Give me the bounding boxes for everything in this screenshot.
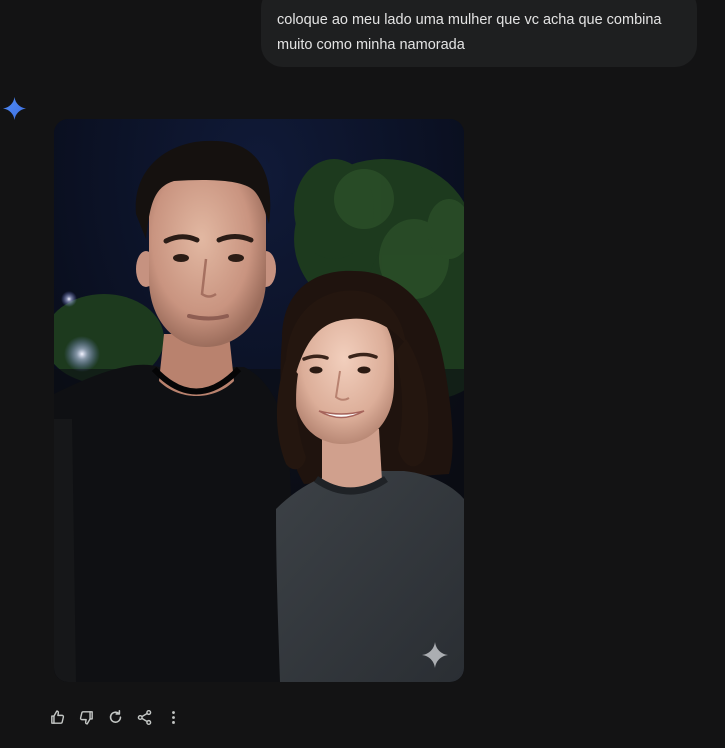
more-options-button[interactable] <box>160 705 186 729</box>
ai-sparkle-icon <box>422 642 448 668</box>
regenerate-icon <box>109 709 121 723</box>
user-message-bubble: coloque ao meu lado uma mulher que vc ac… <box>261 0 697 67</box>
thumbs-up-icon <box>50 709 64 724</box>
generated-photo <box>54 119 464 682</box>
share-button[interactable] <box>131 705 157 729</box>
thumbs-down-icon <box>79 710 93 725</box>
gemini-sparkle-icon <box>3 97 26 120</box>
response-actions <box>44 705 189 729</box>
share-icon <box>137 709 151 725</box>
thumbs-up-button[interactable] <box>44 705 70 729</box>
regenerate-button[interactable] <box>102 705 128 729</box>
generated-image[interactable] <box>54 119 464 682</box>
more-vert-icon <box>171 710 175 724</box>
user-message-text: coloque ao meu lado uma mulher que vc ac… <box>277 12 662 53</box>
thumbs-down-button[interactable] <box>73 705 99 729</box>
